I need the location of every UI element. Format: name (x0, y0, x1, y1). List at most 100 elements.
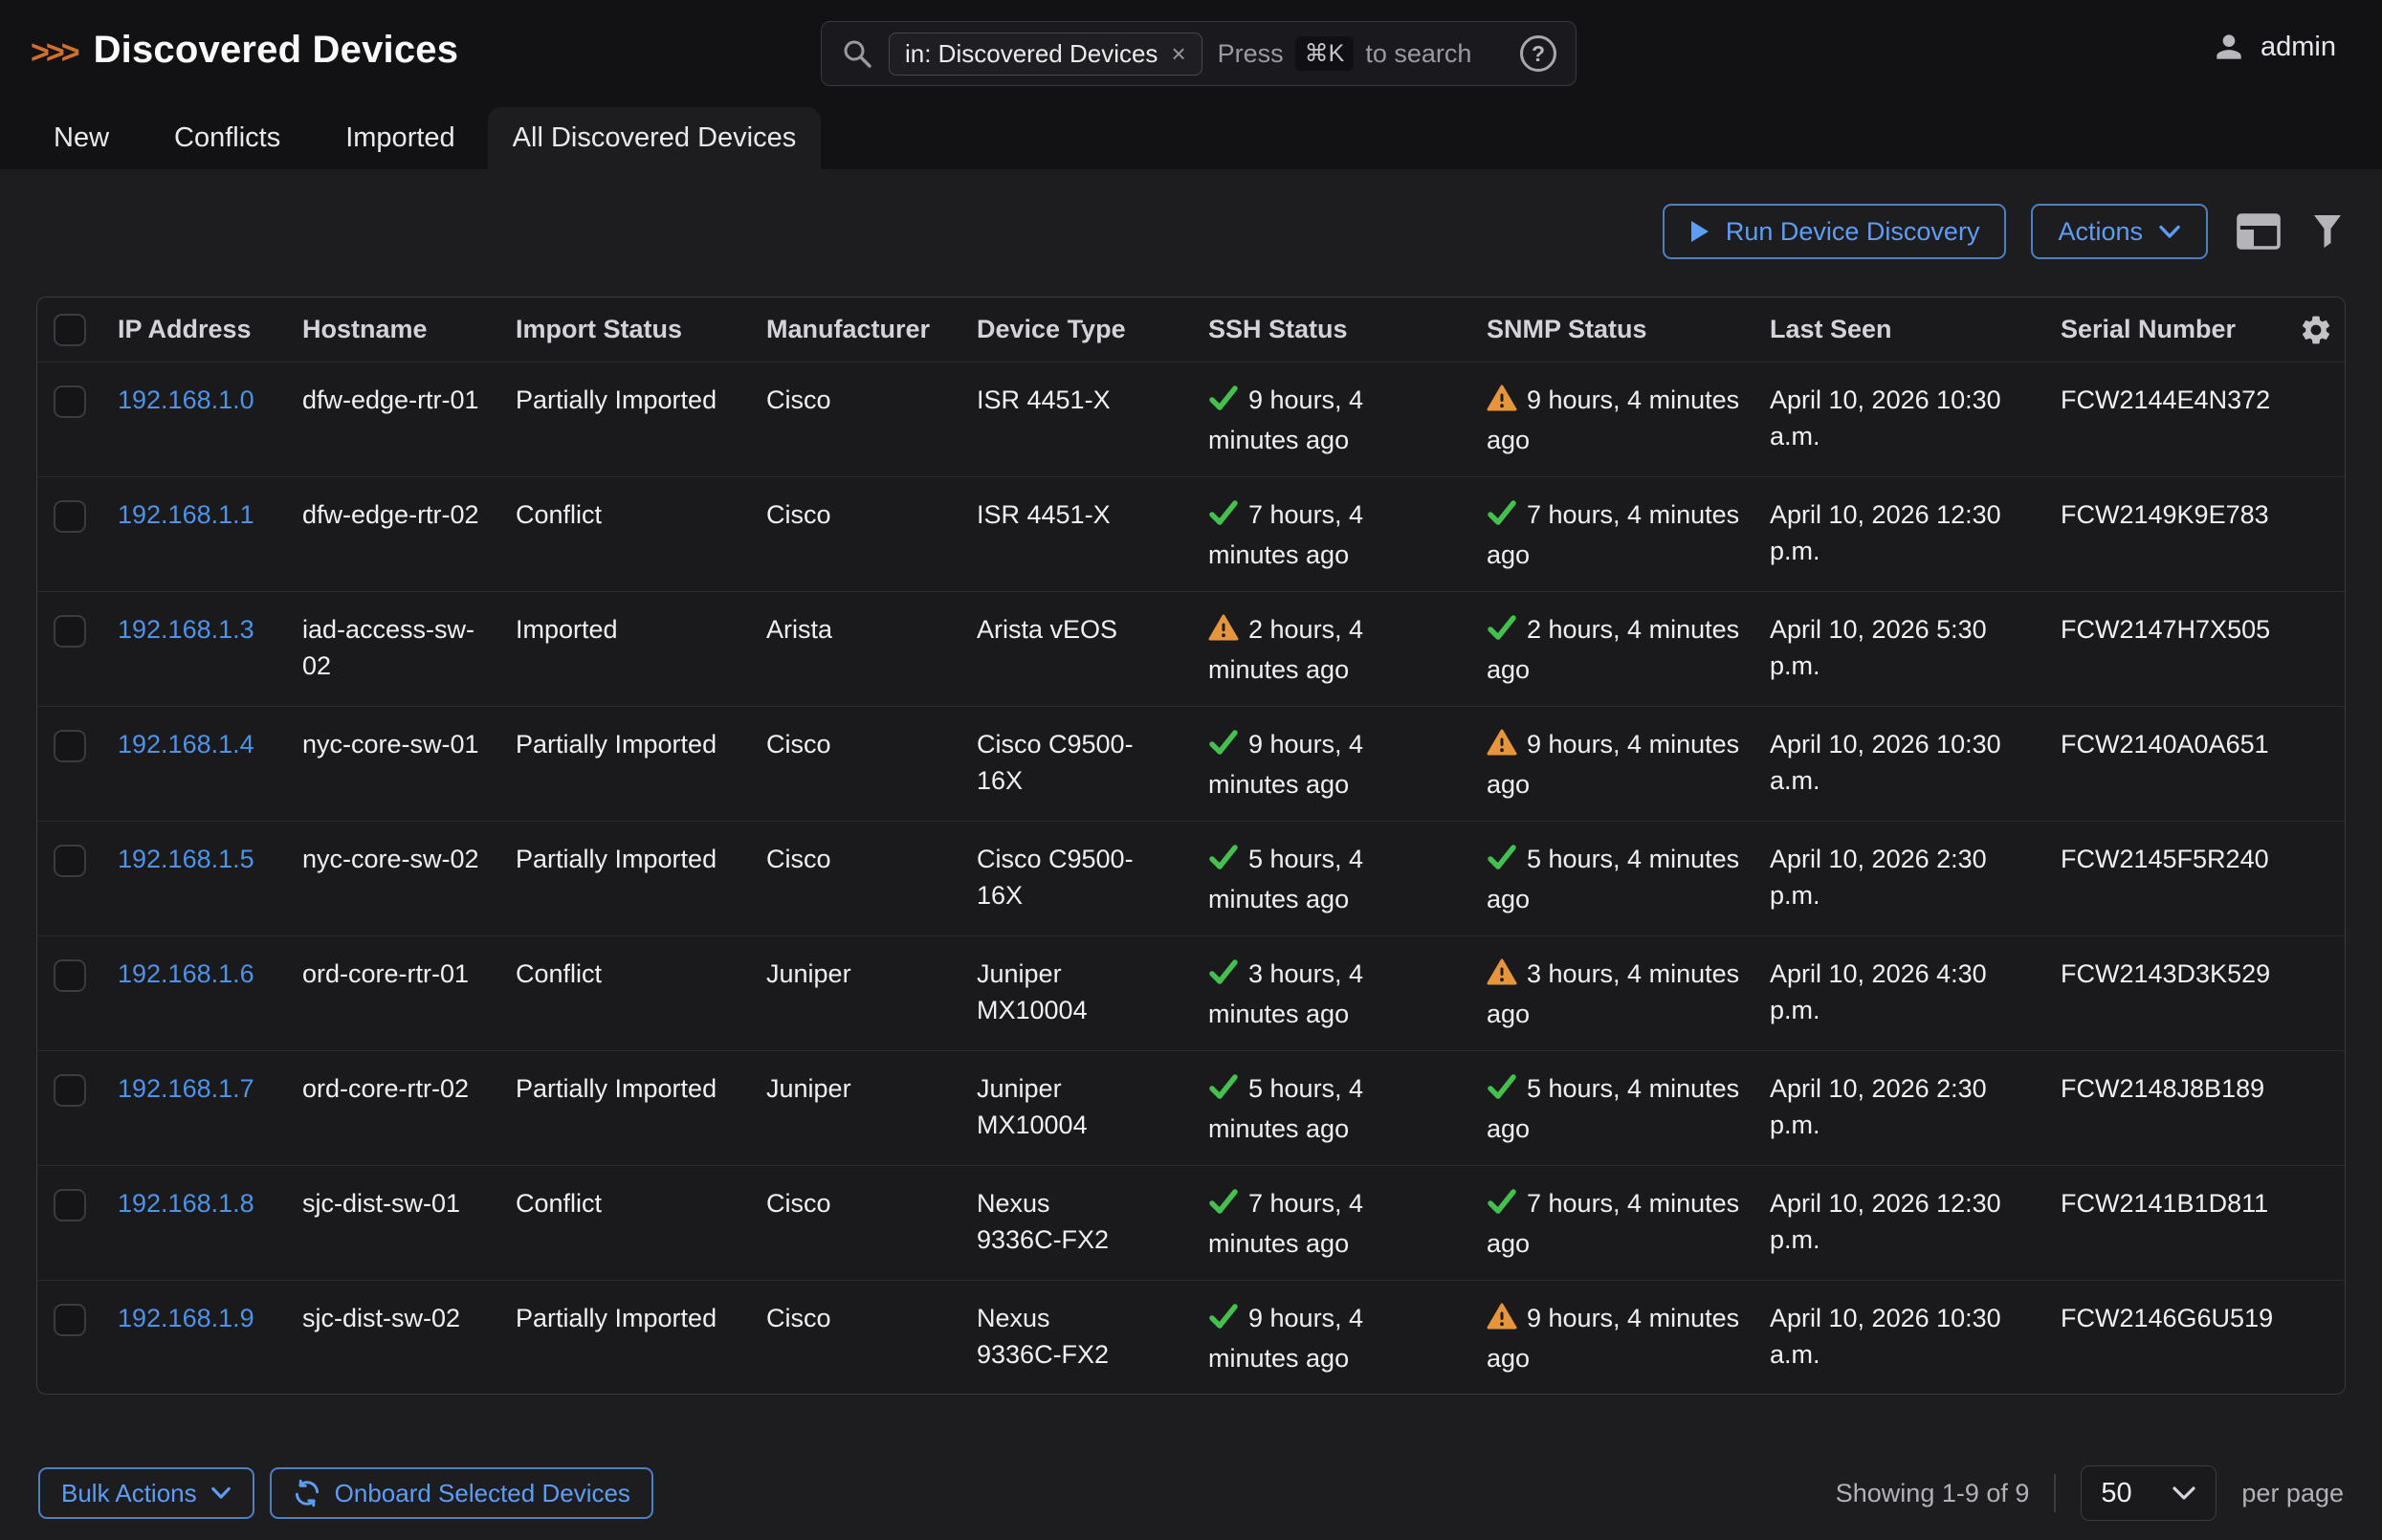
per-page-select[interactable]: 50 (2081, 1465, 2217, 1521)
search-hint-press: Press (1218, 39, 1284, 69)
manufacturer-cell: Cisco (749, 707, 959, 821)
row-checkbox[interactable] (54, 500, 86, 533)
ip-address-link[interactable]: 192.168.1.4 (100, 707, 285, 821)
global-search-input[interactable]: in: Discovered Devices × Press ⌘K to sea… (821, 21, 1577, 86)
table-header-row: IP AddressHostnameImport StatusManufactu… (37, 297, 2345, 363)
ip-address-link[interactable]: 192.168.1.0 (100, 363, 285, 476)
check-icon (1208, 1072, 1239, 1111)
row-checkbox[interactable] (54, 1074, 86, 1107)
chip-close-icon[interactable]: × (1171, 39, 1185, 69)
row-checkbox[interactable] (54, 1189, 86, 1221)
device-type-cell: Nexus 9336C-FX2 (959, 1281, 1191, 1395)
search-filter-chip[interactable]: in: Discovered Devices × (889, 33, 1202, 76)
row-checkbox-cell (37, 477, 100, 591)
ip-address-link[interactable]: 192.168.1.9 (100, 1281, 285, 1395)
search-icon (841, 37, 873, 70)
check-icon (1487, 1187, 1517, 1225)
discovered-devices-table: IP AddressHostnameImport StatusManufactu… (36, 297, 2346, 1395)
row-checkbox[interactable] (54, 959, 86, 992)
footer-bulk-buttons: Bulk Actions Onboard Selected Devices (38, 1467, 653, 1519)
manufacturer-cell: Cisco (749, 363, 959, 476)
table-row: 192.168.1.3 iad-access-sw-02 Imported Ar… (37, 592, 2345, 707)
user-icon (2211, 29, 2247, 65)
search-help-icon[interactable]: ? (1520, 35, 1556, 72)
manufacturer-cell: Cisco (749, 477, 959, 591)
manufacturer-cell: Cisco (749, 822, 959, 935)
serial-number-cell: FCW2141B1D811 (2043, 1166, 2287, 1280)
ip-address-link[interactable]: 192.168.1.3 (100, 592, 285, 706)
tab-new[interactable]: New (21, 107, 142, 169)
select-all-cell (37, 297, 100, 362)
last-seen-cell: April 10, 2026 12:30 p.m. (1753, 1166, 2043, 1280)
check-icon (1208, 384, 1239, 422)
row-checkbox-cell (37, 1281, 100, 1395)
ip-address-link[interactable]: 192.168.1.8 (100, 1166, 285, 1280)
tab-all-discovered-devices[interactable]: All Discovered Devices (488, 107, 822, 169)
bulk-actions-button[interactable]: Bulk Actions (38, 1467, 254, 1519)
tab-conflicts[interactable]: Conflicts (142, 107, 313, 169)
table-view-icon[interactable] (2233, 209, 2284, 253)
row-end-cell (2287, 592, 2345, 706)
serial-number-cell: FCW2145F5R240 (2043, 822, 2287, 935)
user-name: admin (2261, 32, 2336, 63)
manufacturer-cell: Juniper (749, 936, 959, 1050)
row-checkbox[interactable] (54, 845, 86, 877)
import-status-cell: Partially Imported (498, 1281, 749, 1395)
ip-address-link[interactable]: 192.168.1.6 (100, 936, 285, 1050)
onboard-selected-devices-button[interactable]: Onboard Selected Devices (270, 1467, 653, 1519)
row-checkbox[interactable] (54, 1304, 86, 1336)
import-status-cell: Conflict (498, 477, 749, 591)
serial-number-cell: FCW2146G6U519 (2043, 1281, 2287, 1395)
check-icon (1487, 1072, 1517, 1111)
table-row: 192.168.1.5 nyc-core-sw-02 Partially Imp… (37, 822, 2345, 936)
footer-divider (2054, 1474, 2056, 1512)
check-icon (1487, 498, 1517, 537)
import-status-cell: Partially Imported (498, 707, 749, 821)
device-type-cell: Cisco C9500-16X (959, 707, 1191, 821)
row-checkbox-cell (37, 1051, 100, 1165)
row-checkbox[interactable] (54, 730, 86, 762)
table-row: 192.168.1.4 nyc-core-sw-01 Partially Imp… (37, 707, 2345, 822)
serial-number-cell: FCW2148J8B189 (2043, 1051, 2287, 1165)
row-checkbox-cell (37, 936, 100, 1050)
ssh-status-cell: 3 hours, 4 minutes ago (1191, 936, 1469, 1050)
snmp-status-cell: 7 hours, 4 minutes ago (1469, 1166, 1753, 1280)
last-seen-cell: April 10, 2026 5:30 p.m. (1753, 592, 2043, 706)
tab-bar: NewConflictsImportedAll Discovered Devic… (0, 107, 821, 169)
row-end-cell (2287, 822, 2345, 935)
hostname-cell: dfw-edge-rtr-01 (285, 363, 498, 476)
actions-dropdown-button[interactable]: Actions (2031, 204, 2208, 259)
select-all-checkbox[interactable] (54, 314, 86, 346)
row-end-cell (2287, 477, 2345, 591)
ssh-status-cell: 7 hours, 4 minutes ago (1191, 477, 1469, 591)
row-checkbox-cell (37, 707, 100, 821)
ssh-status-cell: 5 hours, 4 minutes ago (1191, 822, 1469, 935)
sync-icon (293, 1479, 321, 1507)
user-menu[interactable]: admin (2211, 29, 2336, 65)
ip-address-link[interactable]: 192.168.1.1 (100, 477, 285, 591)
device-type-cell: ISR 4451-X (959, 363, 1191, 476)
row-checkbox[interactable] (54, 615, 86, 648)
import-status-cell: Imported (498, 592, 749, 706)
hostname-cell: sjc-dist-sw-01 (285, 1166, 498, 1280)
warning-icon (1208, 613, 1239, 651)
run-device-discovery-button[interactable]: Run Device Discovery (1663, 204, 2007, 259)
column-header-hostname: Hostname (285, 297, 498, 362)
ip-address-link[interactable]: 192.168.1.7 (100, 1051, 285, 1165)
search-hint: Press ⌘K to search (1218, 36, 1472, 71)
ip-address-link[interactable]: 192.168.1.5 (100, 822, 285, 935)
column-settings-cell (2287, 297, 2345, 362)
manufacturer-cell: Arista (749, 592, 959, 706)
gear-icon[interactable] (2299, 313, 2333, 347)
title-group: >>> Discovered Devices (31, 29, 458, 72)
hostname-cell: ord-core-rtr-02 (285, 1051, 498, 1165)
showing-count: Showing 1-9 of 9 (1836, 1479, 2030, 1508)
ssh-status-cell: 5 hours, 4 minutes ago (1191, 1051, 1469, 1165)
snmp-status-cell: 5 hours, 4 minutes ago (1469, 822, 1753, 935)
table-body: 192.168.1.0 dfw-edge-rtr-01 Partially Im… (37, 363, 2345, 1395)
row-checkbox[interactable] (54, 385, 86, 418)
check-icon (1208, 843, 1239, 881)
filter-icon[interactable] (2309, 210, 2346, 253)
content-area: Run Device Discovery Actions IP AddressH… (0, 169, 2382, 1540)
tab-imported[interactable]: Imported (313, 107, 487, 169)
